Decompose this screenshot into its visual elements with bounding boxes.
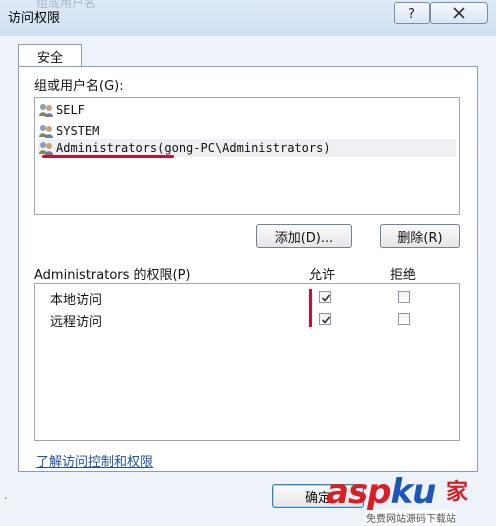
- check-icon: [321, 294, 331, 302]
- allow-remote-checkbox[interactable]: [319, 313, 331, 325]
- permission-name-remote: 远程访问: [50, 315, 103, 330]
- title-bar: 组或用户名 访问权限 ?: [0, 0, 496, 36]
- groups-label: 组或用户名(G):: [34, 79, 124, 94]
- decorative-dots: ·: [4, 492, 8, 505]
- user-name: Administrators: [56, 141, 158, 155]
- close-icon: [453, 7, 465, 19]
- learn-access-control-link[interactable]: 了解访问控制和权限: [36, 451, 153, 470]
- user-row-system[interactable]: SYSTEM: [38, 122, 456, 140]
- svg-text:?: ?: [408, 7, 415, 20]
- permissions-label: Administrators 的权限(P): [34, 268, 191, 283]
- remove-button[interactable]: 删除(R): [380, 224, 460, 248]
- users-icon: [39, 125, 53, 138]
- allow-local-checkbox[interactable]: [319, 291, 331, 303]
- tab-security[interactable]: 安全: [18, 44, 82, 67]
- watermark-logo-text: aspku: [326, 472, 436, 512]
- user-row-self[interactable]: SELF: [38, 101, 456, 119]
- watermark-logo: aspku 家 免费网站源码下载站: [326, 470, 496, 526]
- users-icon: [39, 104, 53, 117]
- watermark-tagline: 免费网站源码下载站: [366, 510, 456, 525]
- add-button[interactable]: 添加(D)...: [256, 224, 352, 248]
- close-button[interactable]: [430, 2, 488, 24]
- users-icon: [39, 142, 53, 155]
- tab-security-label: 安全: [36, 50, 63, 66]
- user-detail: (gong-PC\Administrators): [157, 141, 331, 155]
- watermark-logo-cn: 家: [446, 480, 469, 505]
- help-button[interactable]: ?: [394, 2, 430, 24]
- highlight-bar: [309, 289, 312, 327]
- deny-remote-checkbox[interactable]: [398, 313, 410, 325]
- help-icon: ?: [408, 7, 415, 20]
- permission-name-local: 本地访问: [50, 293, 103, 308]
- highlight-underline: [42, 155, 174, 158]
- window-title: 访问权限: [8, 11, 61, 26]
- deny-local-checkbox[interactable]: [398, 291, 410, 303]
- user-name: SELF: [56, 103, 85, 117]
- user-name: SYSTEM: [56, 124, 100, 138]
- check-icon: [321, 316, 331, 324]
- allow-header: 允许: [309, 268, 336, 283]
- deny-header: 拒绝: [390, 268, 417, 283]
